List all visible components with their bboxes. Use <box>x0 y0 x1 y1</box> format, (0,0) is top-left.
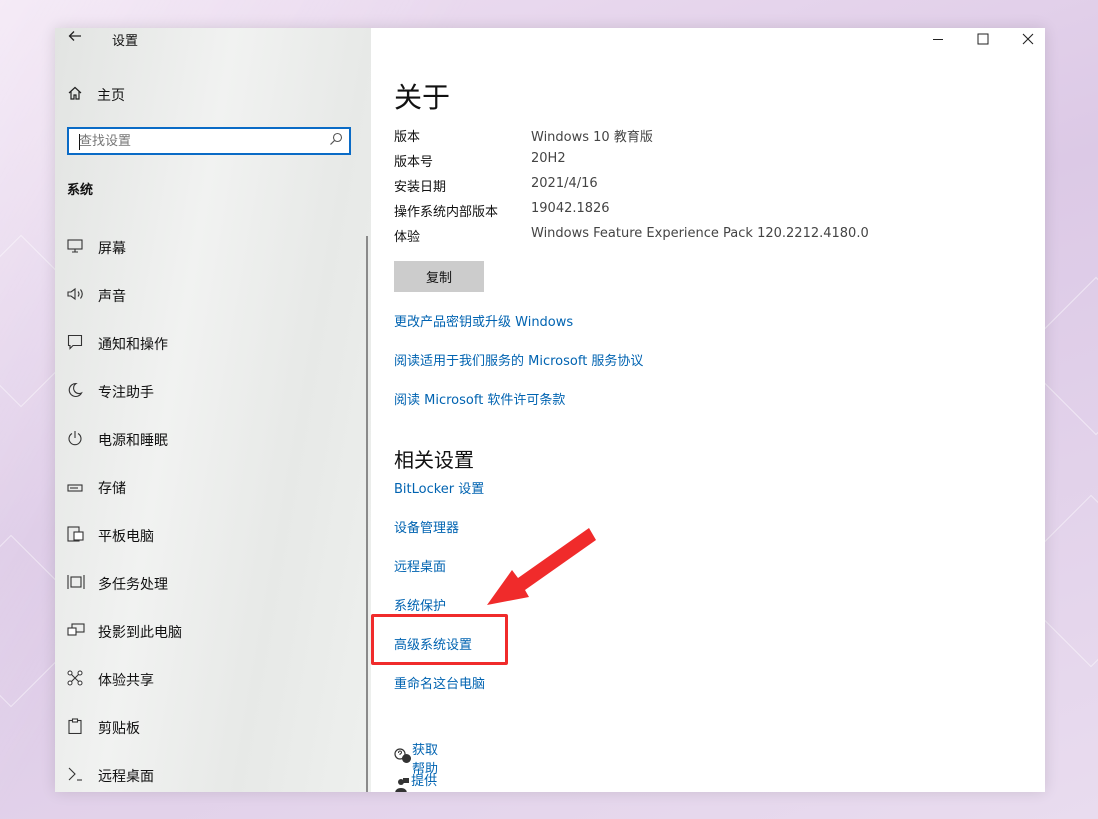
change-product-key-link[interactable]: 更改产品密钥或升级 Windows <box>394 311 573 330</box>
sidebar-item-project[interactable]: 投影到此电脑 <box>55 608 365 656</box>
home-icon <box>67 85 97 105</box>
copy-button[interactable]: 复制 <box>394 261 484 292</box>
rename-pc-link[interactable]: 重命名这台电脑 <box>394 673 485 692</box>
sidebar-item-sound[interactable]: 声音 <box>55 272 365 320</box>
sidebar-item-label: 声音 <box>98 289 126 305</box>
remote-desktop-icon <box>67 766 98 786</box>
spec-value: 20H2 <box>531 151 566 166</box>
feedback-link[interactable]: 提供反馈 <box>394 770 439 792</box>
spec-key: 版本号 <box>394 155 434 170</box>
sidebar-item-label: 专注助手 <box>98 385 154 401</box>
sidebar-item-label: 投影到此电脑 <box>98 625 182 641</box>
monitor-icon <box>67 239 98 257</box>
spec-key: 安装日期 <box>394 180 447 195</box>
sidebar-item-label: 存储 <box>98 481 126 497</box>
help-chat-icon <box>394 748 412 768</box>
search-box[interactable] <box>67 127 351 155</box>
project-icon <box>67 623 98 641</box>
share-icon <box>67 670 98 690</box>
sidebar-item-label: 通知和操作 <box>98 337 168 353</box>
sidebar-item-display[interactable]: 屏幕 <box>55 224 365 272</box>
home-nav-item[interactable]: 主页 <box>67 84 125 106</box>
spec-value: 19042.1826 <box>531 201 610 216</box>
remote-desktop-link[interactable]: 远程桌面 <box>394 556 446 575</box>
sidebar-item-shared-experiences[interactable]: 体验共享 <box>55 656 365 704</box>
license-terms-link[interactable]: 阅读 Microsoft 软件许可条款 <box>394 389 565 408</box>
sidebar-item-focus-assist[interactable]: 专注助手 <box>55 368 365 416</box>
moon-icon <box>67 382 98 402</box>
sidebar-item-label: 平板电脑 <box>98 529 154 545</box>
multitask-icon <box>67 574 98 594</box>
clipboard-icon <box>67 718 98 738</box>
sidebar-item-remote-desktop[interactable]: 远程桌面 <box>55 752 365 792</box>
bitlocker-settings-link[interactable]: BitLocker 设置 <box>394 478 484 497</box>
device-manager-link[interactable]: 设备管理器 <box>394 517 459 536</box>
spec-value: 2021/4/16 <box>531 176 598 191</box>
maximize-icon[interactable] <box>960 28 1006 50</box>
app-title: 设置 <box>112 34 139 49</box>
spec-key: 版本 <box>394 130 421 145</box>
storage-icon <box>67 479 98 497</box>
spec-value: Windows Feature Experience Pack 120.2212… <box>531 226 869 241</box>
back-arrow-icon[interactable] <box>67 28 83 49</box>
search-icon[interactable] <box>329 132 343 150</box>
feedback-label: 提供反馈 <box>411 774 438 789</box>
feedback-icon <box>394 778 411 792</box>
minimize-icon[interactable] <box>915 28 961 50</box>
related-settings-title: 相关设置 <box>394 448 474 472</box>
sidebar-item-label: 剪贴板 <box>98 721 140 737</box>
spec-value: Windows 10 教育版 <box>531 130 653 145</box>
sidebar-nav: 屏幕 声音 通知和操作 专注助手 电源和睡眠 存储 平板电脑 多任务处理 投影到… <box>55 224 365 792</box>
sidebar-item-storage[interactable]: 存储 <box>55 464 365 512</box>
notification-icon <box>67 334 98 354</box>
sidebar-scrollbar[interactable] <box>366 236 368 792</box>
sidebar-item-notifications[interactable]: 通知和操作 <box>55 320 365 368</box>
sidebar-item-power-sleep[interactable]: 电源和睡眠 <box>55 416 365 464</box>
sidebar-item-tablet[interactable]: 平板电脑 <box>55 512 365 560</box>
section-label: 系统 <box>67 183 94 198</box>
speaker-icon <box>67 287 98 305</box>
sidebar: 设置 主页 系统 屏幕 <box>55 28 371 792</box>
spec-key: 操作系统内部版本 <box>394 205 499 220</box>
sidebar-item-label: 远程桌面 <box>98 769 154 785</box>
settings-window: 设置 主页 系统 屏幕 <box>55 28 1045 792</box>
close-icon[interactable] <box>1005 28 1045 50</box>
power-icon <box>67 430 98 450</box>
spec-key: 体验 <box>394 230 421 245</box>
sidebar-item-label: 电源和睡眠 <box>98 433 168 449</box>
page-title: 关于 <box>394 81 451 114</box>
annotation-highlight-box <box>371 614 508 665</box>
system-protection-link[interactable]: 系统保护 <box>394 595 446 614</box>
sidebar-item-label: 体验共享 <box>98 673 154 689</box>
sidebar-item-clipboard[interactable]: 剪贴板 <box>55 704 365 752</box>
services-agreement-link[interactable]: 阅读适用于我们服务的 Microsoft 服务协议 <box>394 350 643 369</box>
sidebar-item-multitasking[interactable]: 多任务处理 <box>55 560 365 608</box>
home-label: 主页 <box>97 88 125 104</box>
sidebar-item-label: 屏幕 <box>98 241 126 257</box>
search-input[interactable] <box>79 129 319 153</box>
sidebar-item-label: 多任务处理 <box>98 577 168 593</box>
tablet-icon <box>67 526 98 546</box>
